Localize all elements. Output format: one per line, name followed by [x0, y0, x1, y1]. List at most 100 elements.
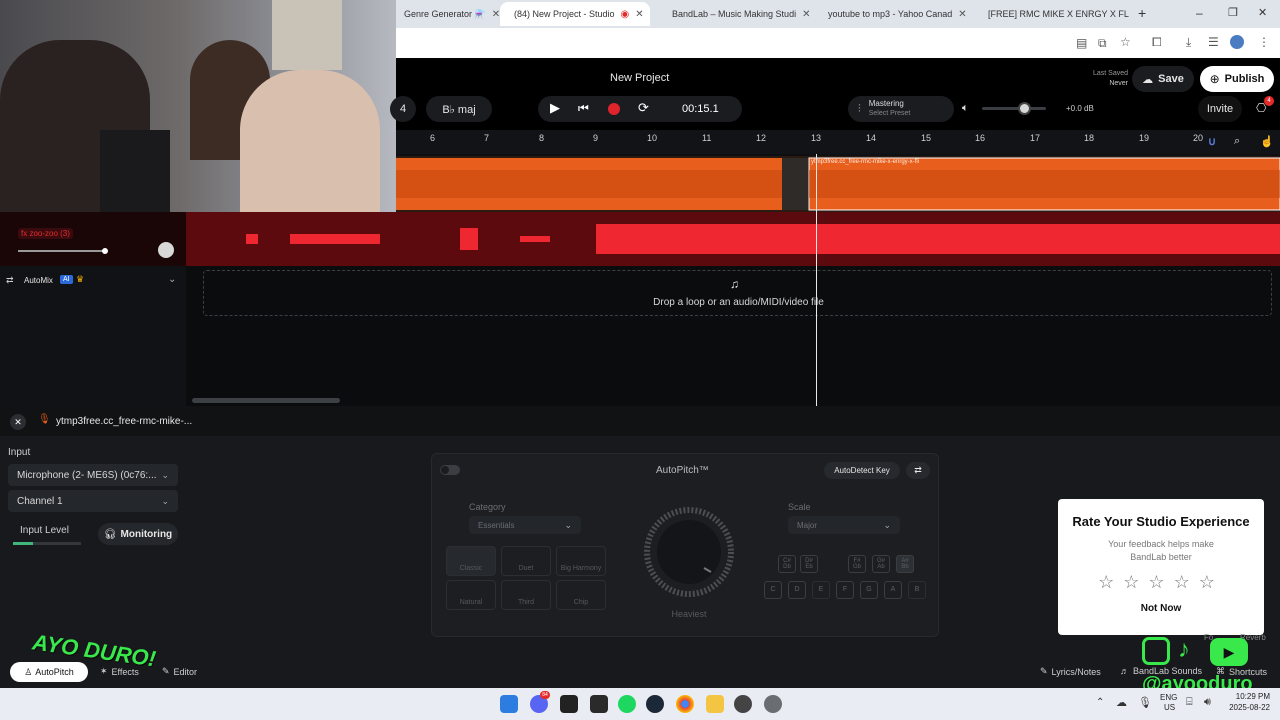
horizontal-scrollbar[interactable] — [192, 398, 340, 403]
input-device-select[interactable]: Microphone (2- ME6S) (0c76:... ⌄ — [8, 464, 178, 486]
star-rating[interactable]: ☆☆☆☆☆ — [1058, 572, 1264, 593]
star-icon[interactable]: ☆ — [1174, 572, 1199, 592]
channel-select[interactable]: Channel 1 ⌄ — [8, 490, 178, 512]
star-icon[interactable]: ☆ — [1098, 572, 1123, 592]
chevron-up-icon[interactable]: ⌃ — [1096, 697, 1104, 708]
track-fx-badge[interactable]: fx zoo-zoo (3) — [18, 228, 73, 239]
volume-slider-thumb[interactable] — [1018, 102, 1031, 115]
invite-button[interactable]: Invite — [1198, 96, 1242, 122]
track-2-lane[interactable]: fx zoo-zoo (3) — [0, 212, 1280, 266]
preset-big-harmony[interactable]: Big Harmony — [556, 546, 606, 576]
new-tab-button[interactable]: + — [1138, 5, 1146, 21]
mute-speaker-icon[interactable]: 🔈︎ — [962, 102, 969, 115]
tab-new-project-studio[interactable]: (84) New Project - Studio ◉ ✕ — [500, 2, 650, 26]
playlist-icon[interactable]: ☰ — [1208, 35, 1219, 49]
cast-icon[interactable]: ⧉ — [1098, 36, 1107, 51]
preset-natural[interactable]: Natural — [446, 580, 496, 610]
preset-chip[interactable]: Chip — [556, 580, 606, 610]
obs-icon[interactable] — [734, 695, 752, 713]
chrome-icon[interactable] — [676, 695, 694, 713]
key-c[interactable]: C — [764, 581, 782, 599]
key-g[interactable]: G — [860, 581, 878, 599]
tab-bandlab-music[interactable]: BandLab – Music Making Studi ✕ — [658, 2, 810, 26]
maximize-button[interactable]: ❐ — [1228, 6, 1238, 19]
preset-duet[interactable]: Duet — [501, 546, 551, 576]
heaviness-knob[interactable] — [632, 506, 746, 598]
key-f-sharp[interactable]: F# Gb — [848, 555, 866, 573]
key-a[interactable]: A — [884, 581, 902, 599]
spotify-icon[interactable] — [618, 695, 636, 713]
tab-yahoo-search[interactable]: youtube to mp3 - Yahoo Canad ✕ — [814, 2, 972, 26]
mastering-preset-selector[interactable]: ⫶ Mastering Select Preset — [848, 96, 954, 122]
drop-zone[interactable]: ♫ Drop a loop or an audio/MIDI/video fil… — [203, 270, 1272, 316]
onedrive-icon[interactable]: ☁ — [1116, 696, 1127, 709]
key-b[interactable]: B — [908, 581, 926, 599]
tab-close-icon[interactable]: ✕ — [629, 9, 643, 20]
key-d[interactable]: D — [788, 581, 806, 599]
category-select[interactable]: Essentials ⌄ — [469, 516, 581, 534]
automix-label[interactable]: AutoMix — [24, 276, 53, 285]
profile-avatar[interactable] — [1230, 35, 1244, 49]
key-g-sharp[interactable]: G# Ab — [872, 555, 890, 573]
download-icon[interactable]: ⤓ — [1186, 35, 1191, 50]
browser-menu-icon[interactable]: ⋮ — [1258, 35, 1270, 49]
minimize-button[interactable]: – — [1196, 6, 1203, 20]
hand-cursor-icon[interactable]: ☝ — [1260, 135, 1274, 148]
star-icon[interactable]: ☆ — [1148, 572, 1173, 592]
key-c-sharp[interactable]: C# Db — [778, 555, 796, 573]
autopitch-toggle[interactable] — [440, 465, 460, 475]
chevron-down-icon[interactable]: ⌄ — [168, 274, 176, 285]
play-button[interactable]: ▶ — [550, 100, 560, 116]
track-volume-slider[interactable] — [18, 250, 106, 252]
tab-close-icon[interactable]: ✕ — [796, 9, 810, 20]
skip-back-button[interactable]: ⏮ — [578, 101, 589, 116]
key-a-sharp[interactable]: A# Bb — [896, 555, 914, 573]
tab-editor[interactable]: ✎ Editor — [162, 666, 197, 677]
monitoring-button[interactable]: 🎧︎ Monitoring — [98, 523, 178, 545]
settings-gear-icon[interactable] — [764, 695, 782, 713]
file-explorer-icon[interactable] — [706, 695, 724, 713]
volume-tray-icon[interactable]: 🔊︎ — [1204, 696, 1211, 709]
bookmark-star-icon[interactable]: ☆ — [1120, 35, 1131, 49]
tab-close-icon[interactable]: ✕ — [1129, 9, 1134, 20]
tab-genre-generator[interactable]: Genre Generator ⚗️ ✕ — [396, 2, 504, 26]
key-e[interactable]: E — [812, 581, 830, 599]
key-selector[interactable]: B♭ maj — [426, 96, 492, 122]
track-volume-thumb[interactable] — [102, 248, 108, 254]
publish-button[interactable]: ⊕ Publish — [1200, 66, 1274, 92]
autodetect-key-button[interactable]: AutoDetect Key — [824, 462, 900, 479]
windows-start-icon[interactable] — [500, 695, 518, 713]
tab-autopitch[interactable]: ♙ AutoPitch — [10, 662, 88, 682]
swap-icon[interactable]: ⇄ — [906, 462, 930, 479]
zoom-icon[interactable]: ⌕ — [1234, 135, 1240, 148]
preset-third[interactable]: Third — [501, 580, 551, 610]
key-f[interactable]: F — [836, 581, 854, 599]
record-button[interactable] — [608, 103, 620, 115]
master-volume-slider[interactable] — [982, 107, 1046, 110]
pan-knob[interactable] — [158, 242, 174, 258]
tab-close-icon[interactable]: ✕ — [952, 9, 966, 20]
snap-magnet-icon[interactable]: ∪ — [1208, 135, 1216, 148]
epic-games-icon[interactable] — [590, 695, 608, 713]
track-1-lane[interactable]: ytmp3free.cc_free-rmc-mike-x-enrgy-x-fli — [396, 156, 1280, 212]
loop-button[interactable]: ⟳ — [638, 100, 649, 116]
preset-classic[interactable]: Classic — [446, 546, 496, 576]
steam-icon[interactable] — [646, 695, 664, 713]
mic-tray-icon[interactable]: 🎙︎ — [1138, 696, 1152, 709]
network-icon[interactable]: ⌸ — [1186, 696, 1193, 709]
tab-free-rmc-mike[interactable]: [FREE] RMC MIKE X ENRGY X FL ✕ — [974, 2, 1134, 26]
lyrics-notes-button[interactable]: ✎ Lyrics/Notes — [1040, 666, 1101, 677]
key-d-sharp[interactable]: D# Eb — [800, 555, 818, 573]
tab-close-icon[interactable]: ✕ — [486, 9, 500, 20]
reader-mode-icon[interactable]: ▤ — [1076, 36, 1087, 50]
clock-time[interactable]: 10:29 PM — [1226, 692, 1270, 701]
close-window-button[interactable]: ✕ — [1258, 6, 1267, 19]
timeline-ruler[interactable]: 6 7 8 9 10 11 12 13 14 15 16 17 18 19 20… — [396, 130, 1280, 154]
capcut-icon[interactable] — [560, 695, 578, 713]
not-now-button[interactable]: Not Now — [1058, 603, 1264, 614]
extensions-icon[interactable]: ⧠ — [1152, 35, 1162, 50]
star-icon[interactable]: ☆ — [1199, 572, 1224, 592]
close-editor-button[interactable]: ✕ — [10, 414, 26, 430]
playhead[interactable] — [816, 154, 817, 406]
save-button[interactable]: ☁ Save — [1132, 66, 1194, 92]
